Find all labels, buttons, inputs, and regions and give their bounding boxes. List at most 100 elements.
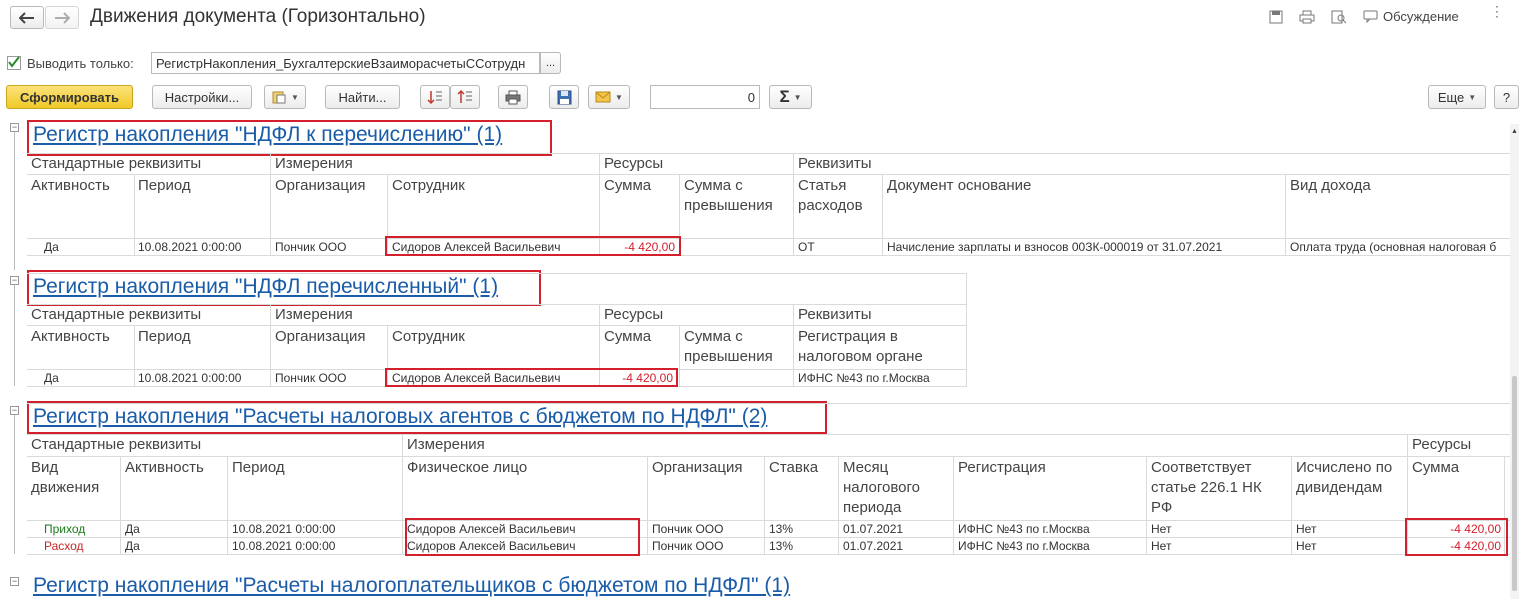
back-button[interactable]: [10, 6, 44, 29]
filter-value: РегистрНакопления_БухгалтерскиеВзаиморас…: [156, 56, 526, 71]
preview-icon[interactable]: [1331, 10, 1347, 27]
column-header: Период: [138, 177, 191, 194]
kebab-menu-icon[interactable]: ⋮: [1490, 4, 1504, 18]
column-header: Активность: [31, 328, 110, 345]
save-icon[interactable]: [1269, 10, 1283, 27]
column-header: Организация: [275, 177, 366, 194]
printer-icon: [505, 90, 521, 104]
grid-line: [27, 456, 1510, 457]
table-cell: Пончик ООО: [275, 240, 347, 254]
section-collapse-toggle[interactable]: −: [10, 123, 19, 132]
chevron-down-icon: ▼: [615, 92, 623, 102]
scroll-up-arrow[interactable]: ▲: [1511, 128, 1518, 135]
table-cell: ИФНС №43 по г.Москва: [958, 539, 1090, 553]
grid-line: [134, 174, 135, 255]
collapse-all-button[interactable]: [450, 85, 480, 109]
sum-button[interactable]: Σ ▼: [769, 85, 812, 109]
group-header: Ресурсы: [604, 155, 664, 172]
grid-line: [599, 153, 600, 255]
column-header: Период: [232, 459, 285, 476]
movement-type-cell: Приход: [44, 522, 86, 536]
chevron-down-icon: ▼: [793, 92, 802, 102]
amount-cell: -4 420,00: [622, 371, 673, 385]
chat-icon: [1363, 10, 1378, 23]
table-cell: ОТ: [798, 240, 815, 254]
column-header: Физическое лицо: [407, 459, 528, 476]
table-cell: Нет: [1296, 522, 1317, 536]
expand-all-button[interactable]: [420, 85, 450, 109]
find-button[interactable]: Найти...: [325, 85, 400, 109]
table-cell: ИФНС №43 по г.Москва: [798, 371, 930, 385]
filter-field[interactable]: РегистрНакопления_БухгалтерскиеВзаиморас…: [151, 52, 540, 74]
section-title[interactable]: Регистр накопления "Расчеты налоговых аг…: [33, 405, 767, 429]
section-collapse-toggle[interactable]: −: [10, 276, 19, 285]
filter-label: Выводить только:: [27, 56, 134, 71]
column-header: Сотрудник: [392, 328, 465, 345]
column-header: Сумма с превышения: [684, 177, 773, 214]
report-area[interactable]: − Регистр накопления "НДФЛ к перечислени…: [0, 118, 1519, 599]
filter-select-button[interactable]: ...: [540, 52, 561, 74]
grid-line: [882, 174, 883, 255]
scrollbar-thumb[interactable]: [1512, 376, 1517, 591]
grid-line: [793, 304, 794, 386]
generate-button[interactable]: Сформировать: [6, 85, 133, 109]
column-header: Период: [138, 328, 191, 345]
table-cell: Да: [125, 522, 140, 536]
group-header: Реквизиты: [798, 155, 872, 172]
table-cell: Да: [44, 371, 59, 385]
send-email-button[interactable]: ▼: [588, 85, 630, 109]
grid-line: [27, 434, 1510, 435]
group-header: Ресурсы: [1412, 436, 1472, 453]
section-collapse-toggle[interactable]: −: [10, 577, 19, 586]
grid-line: [27, 153, 1510, 154]
section-title[interactable]: Регистр накопления "НДФЛ к перечислению"…: [33, 123, 502, 147]
grid-line: [227, 456, 228, 554]
column-header: Организация: [652, 459, 743, 476]
column-header: Сотрудник: [392, 177, 465, 194]
filter-checkbox[interactable]: [7, 56, 21, 70]
find-label: Найти...: [338, 89, 387, 105]
section-collapse-toggle[interactable]: −: [10, 406, 19, 415]
forward-button[interactable]: [45, 6, 79, 29]
column-header: Регистрация в налоговом органе: [798, 328, 923, 365]
chevron-down-icon: ▼: [1468, 92, 1477, 102]
group-header: Измерения: [407, 436, 485, 453]
grid-line: [402, 434, 403, 554]
column-header: Активность: [31, 177, 110, 194]
grid-line: [966, 273, 967, 386]
table-cell: Сидоров Алексей Васильевич: [407, 522, 576, 536]
group-header: Измерения: [275, 155, 353, 172]
section-title[interactable]: Регистр накопления "НДФЛ перечисленный" …: [33, 275, 498, 299]
grid-line: [27, 255, 1510, 256]
window-title: Движения документа (Горизонтально): [90, 6, 426, 27]
number-input[interactable]: 0: [650, 85, 760, 109]
table-cell: Нет: [1151, 522, 1172, 536]
more-button[interactable]: Еще ▼: [1428, 85, 1486, 109]
variants-button[interactable]: ▼: [264, 85, 306, 109]
group-header: Реквизиты: [798, 306, 872, 323]
column-header: Вид дохода: [1290, 177, 1371, 194]
discussion-button[interactable]: Обсуждение: [1363, 9, 1459, 24]
print-button[interactable]: [498, 85, 528, 109]
table-cell: Оплата труда (основная налоговая б: [1290, 240, 1497, 254]
clipboard-icon: [272, 91, 286, 104]
group-header: Стандартные реквизиты: [31, 155, 202, 172]
table-cell: ИФНС №43 по г.Москва: [958, 522, 1090, 536]
table-cell: 13%: [769, 539, 794, 553]
arrow-right-icon: [55, 11, 70, 24]
vertical-scrollbar[interactable]: ▲: [1510, 124, 1519, 599]
floppy-icon: [557, 90, 571, 104]
table-cell: Сидоров Алексей Васильевич: [392, 371, 561, 385]
grid-line: [1146, 456, 1147, 554]
section-title[interactable]: Регистр накопления "Расчеты налогоплател…: [33, 574, 790, 598]
grid-line: [1285, 174, 1286, 255]
group-header: Стандартные реквизиты: [31, 436, 202, 453]
settings-button[interactable]: Настройки...: [152, 85, 252, 109]
table-cell: Пончик ООО: [652, 539, 724, 553]
grid-line: [270, 153, 271, 255]
chevron-down-icon: ▼: [291, 92, 299, 102]
help-button[interactable]: ?: [1494, 85, 1519, 109]
save-button[interactable]: [549, 85, 579, 109]
table-cell: 10.08.2021 0:00:00: [232, 539, 336, 553]
print-icon[interactable]: [1299, 10, 1315, 27]
